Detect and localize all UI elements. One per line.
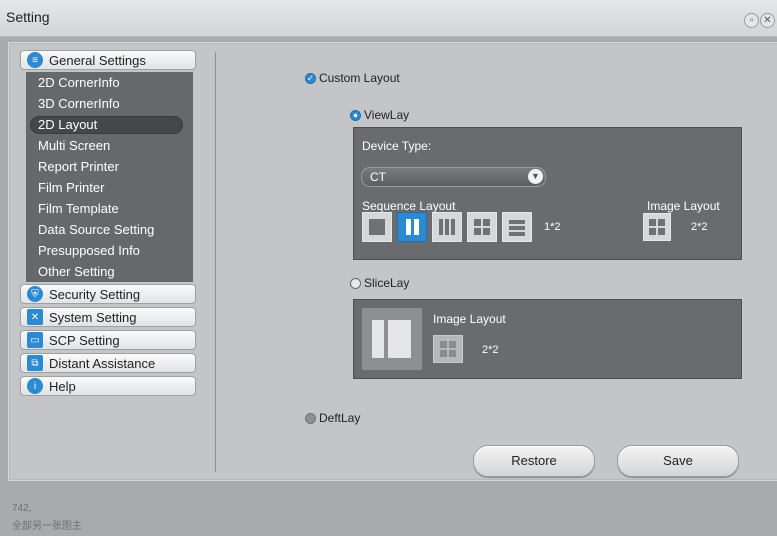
nav-group-label: Help [49,378,76,394]
radio-unselected-icon [350,278,361,290]
radio-selected-icon [350,110,361,122]
close-icon[interactable]: ✕ [760,13,775,28]
device-type-label: Device Type: [362,139,432,153]
radio-unselected-icon [305,413,316,425]
sequence-3x1-option[interactable] [502,212,532,242]
sidebar-item-film-printer[interactable]: Film Printer [38,180,104,198]
nav-group-label: Distant Assistance [49,355,156,371]
sidebar-item-data-source-setting[interactable]: Data Source Setting [38,222,154,240]
viewlay-radio[interactable]: ViewLay [350,108,409,122]
sidebar-item-multi-screen[interactable]: Multi Screen [38,138,110,156]
sequence-layout-value: 1*2 [544,221,561,233]
restore-window-icon[interactable]: ▫ [744,13,759,28]
footer-line-2: 全部另一张图主 [12,521,82,532]
sidebar-item-report-printer[interactable]: Report Printer [38,159,119,177]
sequence-layout-label: Sequence Layout [362,199,456,213]
divider [215,52,216,472]
sidebar-item-2d-cornerinfo[interactable]: 2D CornerInfo [38,75,120,93]
slice-image-layout-label: Image Layout [433,312,506,326]
chevron-down-icon: ▼ [528,169,543,184]
sidebar-item-other-setting[interactable]: Other Setting [38,264,115,282]
general-settings-submenu: 2D CornerInfo 3D CornerInfo 2D Layout Mu… [26,72,193,282]
window-title: Setting [6,9,50,25]
title-bar: Setting ▫ ✕ [0,0,777,37]
slice-image-layout-value: 2*2 [482,344,499,356]
deftlay-radio[interactable]: DeftLay [305,411,360,425]
device-type-value: CT [370,170,386,184]
image-layout-value: 2*2 [691,221,708,233]
monitor-icon: ▭ [27,332,43,348]
slicelay-panel: Image Layout 2*2 [353,299,742,379]
device-type-select[interactable]: CT ▼ [361,167,546,187]
network-icon: ⧉ [27,355,43,371]
nav-group-label: System Setting [49,309,137,325]
sidebar-item-2d-layout[interactable]: 2D Layout [30,116,183,134]
restore-button[interactable]: Restore [473,445,595,477]
slice-preview [362,308,422,370]
image-layout-2x2-option[interactable] [643,213,671,241]
nav-group-scp-setting[interactable]: ▭ SCP Setting [20,330,196,350]
check-icon: ✓ [305,73,316,85]
save-button[interactable]: Save [617,445,739,477]
nav-group-help[interactable]: i Help [20,376,196,396]
nav-group-label: SCP Setting [49,332,120,348]
nav-group-label: General Settings [49,52,146,68]
nav-group-security-setting[interactable]: ⛨ Security Setting [20,284,196,304]
sidebar-item-presupposed-info[interactable]: Presupposed Info [38,243,140,261]
list-icon: ≡ [27,52,43,68]
sequence-1x1-option[interactable] [362,212,392,242]
tools-icon: ✕ [27,309,43,325]
viewlay-panel: Device Type: CT ▼ Sequence Layout 1*2 Im… [353,127,742,260]
image-layout-label: Image Layout [647,199,720,213]
nav-group-label: Security Setting [49,286,141,302]
sidebar-item-film-template[interactable]: Film Template [38,201,119,219]
nav-group-general-settings[interactable]: ≡ General Settings [20,50,196,70]
footer-line-1: 742, [12,503,32,514]
sequence-1x2-option[interactable] [397,212,427,242]
slice-image-layout-2x2-option[interactable] [433,335,463,363]
shield-icon: ⛨ [27,286,43,302]
nav-group-distant-assistance[interactable]: ⧉ Distant Assistance [20,353,196,373]
nav-group-system-setting[interactable]: ✕ System Setting [20,307,196,327]
info-icon: i [27,378,43,394]
sidebar-item-3d-cornerinfo[interactable]: 3D CornerInfo [38,96,120,114]
sequence-2x2-option[interactable] [467,212,497,242]
slicelay-radio[interactable]: SliceLay [350,276,409,290]
custom-layout-option[interactable]: ✓ Custom Layout [305,71,400,85]
sequence-1x3-option[interactable] [432,212,462,242]
